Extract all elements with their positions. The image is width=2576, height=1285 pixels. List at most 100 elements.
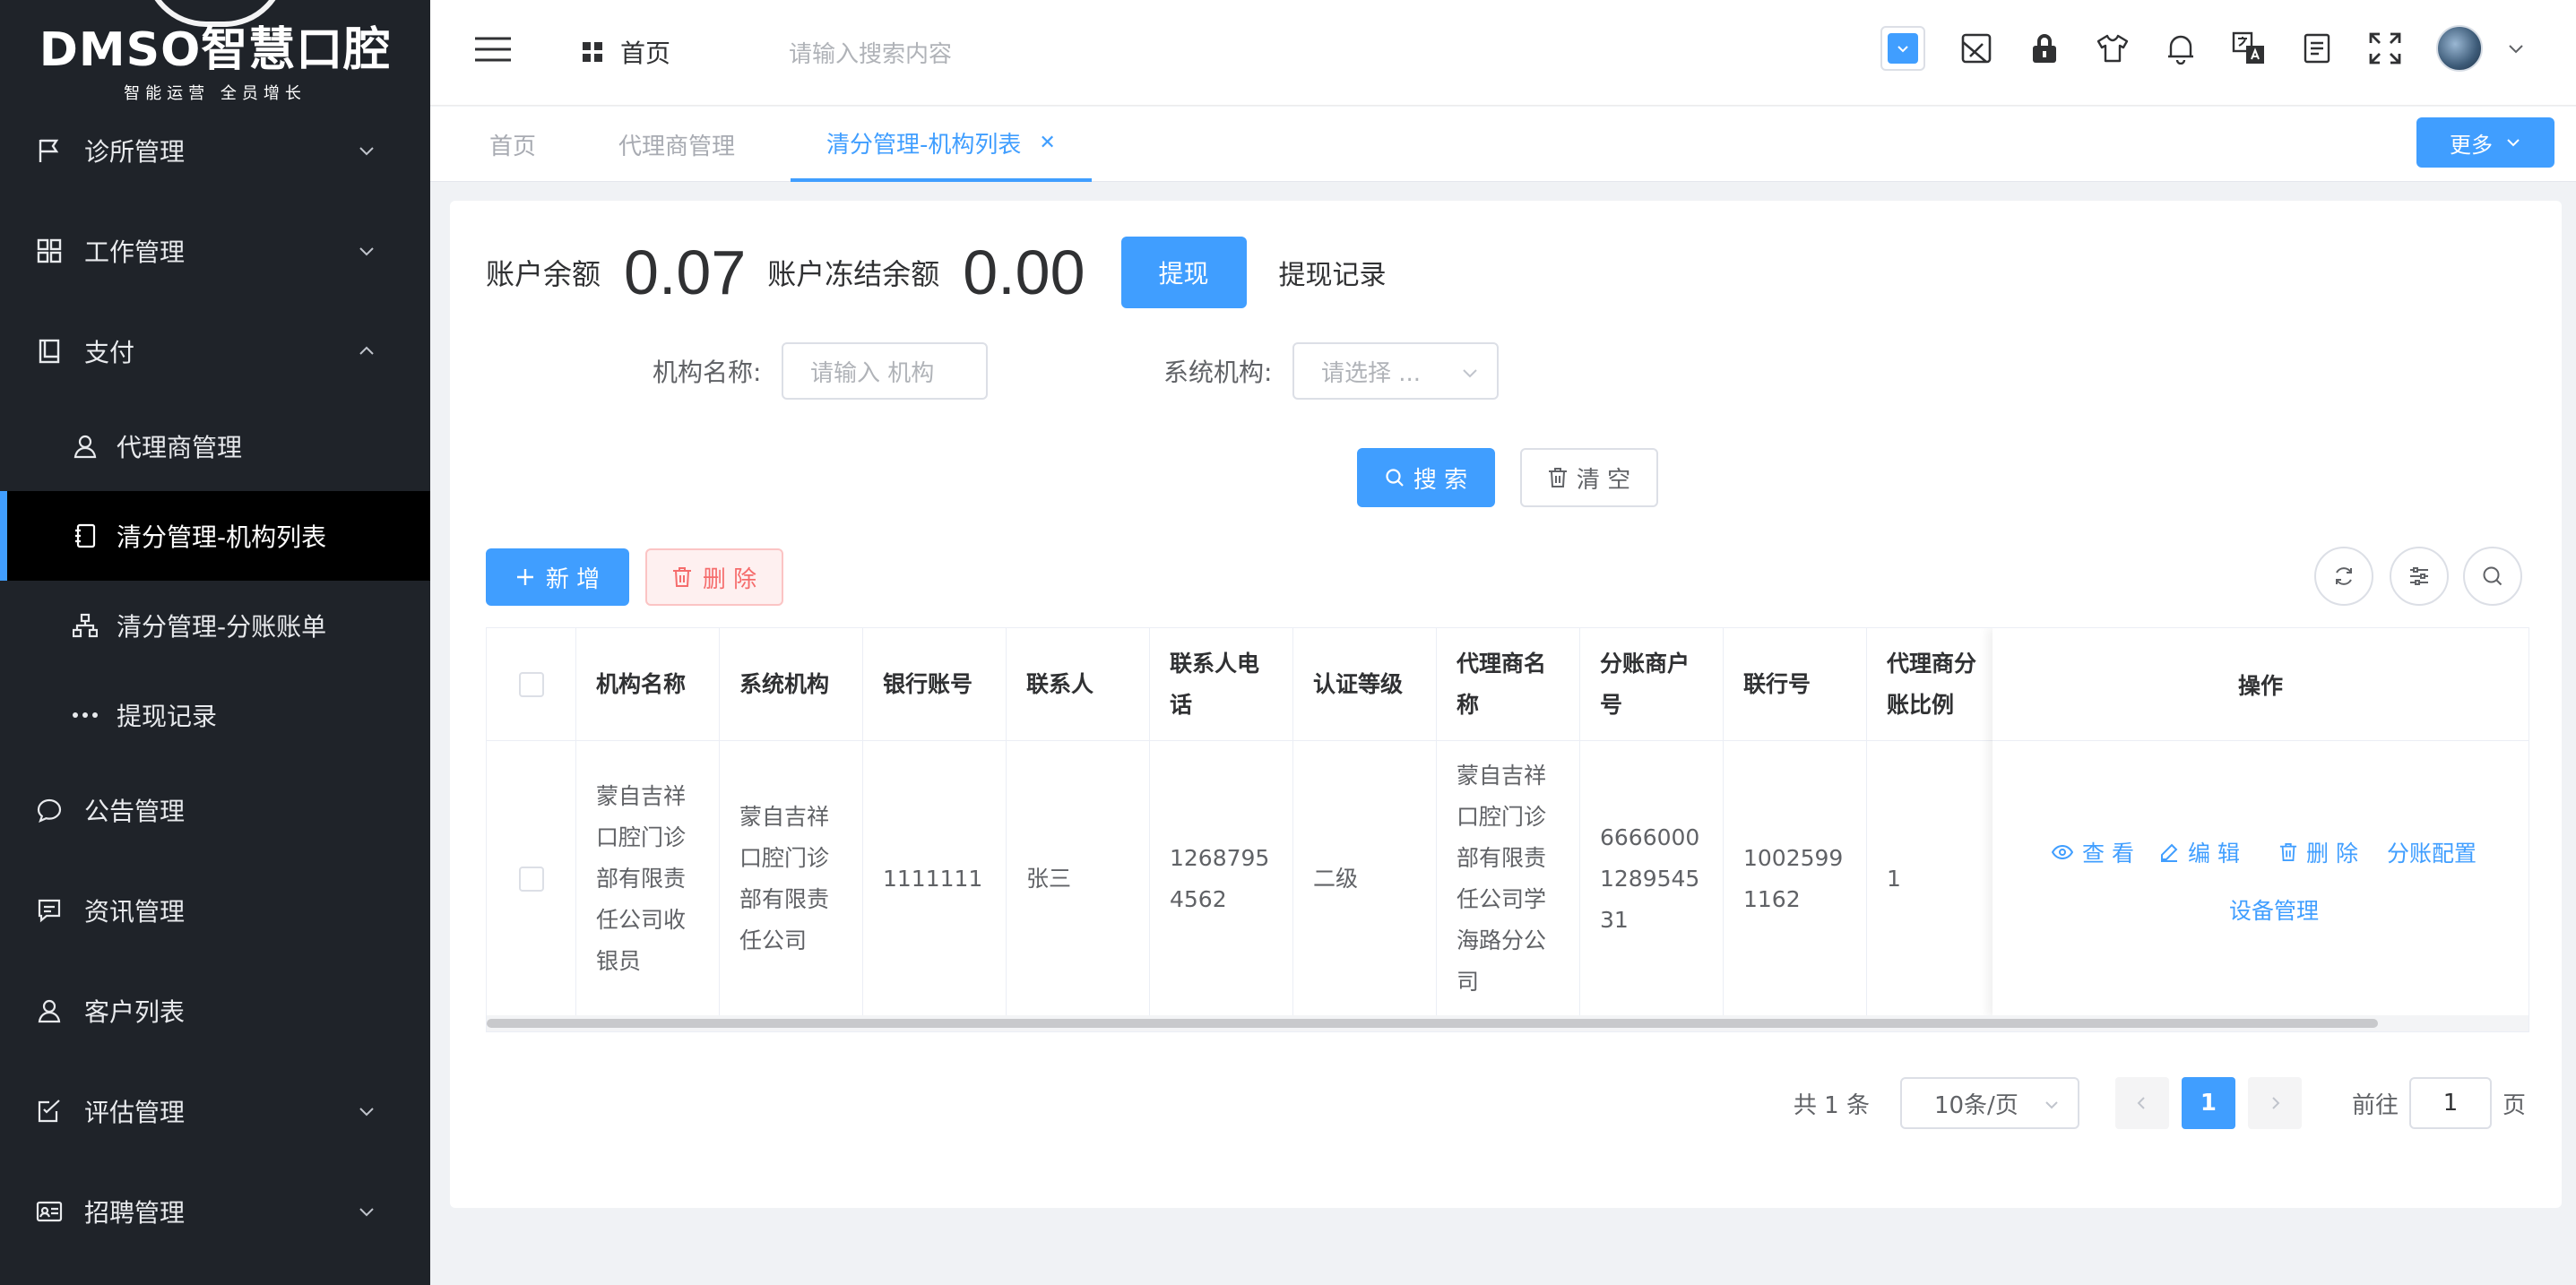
column-header[interactable]: 系统机构 xyxy=(720,628,863,741)
chevron-down-icon[interactable] xyxy=(2506,39,2526,58)
chevron-right-icon xyxy=(2272,1097,2280,1109)
sys-org-label: 系统机构: xyxy=(1163,358,1273,387)
column-header[interactable]: 机构名称 xyxy=(576,628,720,741)
eye-icon xyxy=(2052,844,2073,860)
lock-screen-icon[interactable] xyxy=(1959,31,1993,65)
withdraw-button[interactable]: 提现 xyxy=(1120,237,1247,308)
scroll-thumb[interactable] xyxy=(487,1019,2378,1028)
column-header[interactable]: 代理商名称 xyxy=(1437,628,1580,741)
add-button[interactable]: 新 增 xyxy=(486,548,629,606)
header-search-input[interactable]: 请输入搜索内容 xyxy=(789,36,952,69)
chevron-down-icon xyxy=(359,247,374,256)
frozen-balance-value: 0.00 xyxy=(963,237,1085,307)
sidebar-item-recruit[interactable]: 招聘管理 xyxy=(0,1161,430,1262)
sidebar-item-clinic[interactable]: 诊所管理 xyxy=(0,100,430,201)
sidebar-item-work[interactable]: 工作管理 xyxy=(0,201,430,301)
tab-label: 清分管理-机构列表 xyxy=(826,131,1022,159)
user-icon xyxy=(72,433,99,460)
sidebar-item-customers[interactable]: 客户列表 xyxy=(0,961,430,1061)
column-header[interactable]: 认证等级 xyxy=(1293,628,1437,741)
sidebar-item-org-list[interactable]: 清分管理-机构列表 xyxy=(0,491,430,581)
search-button[interactable]: 搜 索 xyxy=(1357,448,1495,507)
column-header[interactable]: 联系人电话 xyxy=(1150,628,1293,741)
sidebar-item-withdraw[interactable]: 提现记录 xyxy=(0,670,430,760)
notebook-icon xyxy=(72,522,99,549)
toggle-search-button[interactable] xyxy=(2463,547,2522,606)
chevron-down-icon xyxy=(359,147,374,156)
sidebar-item-notice[interactable]: 公告管理 xyxy=(0,760,430,860)
breadcrumb-home[interactable]: 首页 xyxy=(583,34,670,70)
page-number-current[interactable]: 1 xyxy=(2181,1077,2235,1129)
lock-icon[interactable] xyxy=(2027,31,2062,65)
document-icon[interactable] xyxy=(2300,31,2334,65)
clear-button[interactable]: 清 空 xyxy=(1520,448,1658,507)
chevron-down-icon xyxy=(359,1208,374,1217)
tab-agent[interactable]: 代理商管理 xyxy=(618,107,735,182)
sidebar-item-label: 代理商管理 xyxy=(117,433,243,462)
column-header[interactable]: 联行号 xyxy=(1724,628,1867,741)
sidebar-item-label: 支付 xyxy=(84,338,135,367)
fullscreen-icon[interactable] xyxy=(2368,31,2402,65)
theme-select[interactable] xyxy=(1880,26,1925,71)
sidebar-item-agent[interactable]: 代理商管理 xyxy=(0,401,430,491)
sidebar-item-news[interactable]: 资讯管理 xyxy=(0,860,430,961)
column-header[interactable]: 联系人 xyxy=(1007,628,1150,741)
page-suffix: 页 xyxy=(2502,1091,2526,1119)
sidebar-item-label: 清分管理-机构列表 xyxy=(117,522,327,552)
translate-icon[interactable] xyxy=(2232,31,2266,65)
sidebar-item-label: 提现记录 xyxy=(117,702,218,731)
top-header: 首页 请输入搜索内容 xyxy=(430,0,2576,106)
row-checkbox[interactable] xyxy=(518,867,544,892)
device-manage-link[interactable]: 设备管理 xyxy=(2229,893,2319,926)
view-link[interactable]: 查 看 xyxy=(2052,836,2134,868)
delete-link[interactable]: 删 除 xyxy=(2279,836,2358,868)
page-size-select[interactable]: 10条/页 xyxy=(1899,1077,2079,1129)
org-name-label: 机构名称: xyxy=(653,358,762,387)
column-header[interactable]: 分账商户号 xyxy=(1580,628,1724,741)
column-header[interactable]: 银行账号 xyxy=(863,628,1007,741)
table-cell: 二级 xyxy=(1293,741,1437,1017)
select-all-checkbox[interactable] xyxy=(518,671,544,697)
prev-page-button[interactable] xyxy=(2114,1077,2169,1129)
sidebar-item-split-bill[interactable]: 清分管理-分账账单 xyxy=(0,581,430,670)
goto-page-input[interactable]: 1 xyxy=(2408,1077,2492,1129)
row-select-cell xyxy=(487,741,576,1017)
table-cell: 10025991162 xyxy=(1724,741,1867,1017)
delete-button[interactable]: 删 除 xyxy=(645,548,783,606)
hamburger-icon[interactable] xyxy=(475,36,511,63)
next-page-button[interactable] xyxy=(2247,1077,2302,1129)
split-config-link[interactable]: 分账配置 xyxy=(2387,836,2477,868)
close-icon[interactable]: ✕ xyxy=(1039,132,1055,154)
balance-value: 0.07 xyxy=(624,237,747,307)
table-horizontal-scrollbar[interactable] xyxy=(487,1015,2528,1031)
avatar[interactable] xyxy=(2436,25,2483,72)
shirt-icon[interactable] xyxy=(2096,31,2130,65)
sidebar-item-payment[interactable]: 支付 xyxy=(0,301,430,401)
tab-org-list[interactable]: 清分管理-机构列表 ✕ xyxy=(791,107,1092,182)
sidebar-item-label: 公告管理 xyxy=(84,797,186,826)
id-card-icon xyxy=(36,1198,63,1225)
bell-icon[interactable] xyxy=(2164,31,2198,65)
frozen-balance-label: 账户冻结余额 xyxy=(767,257,940,291)
tab-home[interactable]: 首页 xyxy=(489,107,536,182)
user-icon xyxy=(36,997,63,1024)
page-size-value: 10条/页 xyxy=(1933,1091,2018,1119)
edit-icon xyxy=(2161,843,2178,862)
breadcrumb-label: 首页 xyxy=(620,39,671,68)
table-cell: 1 xyxy=(1867,741,2010,1017)
goto-label: 前往 xyxy=(2351,1091,2399,1119)
org-name-input[interactable]: 请输入 机构 xyxy=(782,342,988,400)
edit-link[interactable]: 编 辑 xyxy=(2159,836,2240,868)
clear-button-label: 清 空 xyxy=(1576,466,1631,494)
more-button[interactable]: 更多 xyxy=(2416,117,2554,168)
sys-org-select[interactable]: 请选择 ... xyxy=(1292,342,1499,400)
withdraw-record-link[interactable]: 提现记录 xyxy=(1279,253,1387,292)
sidebar-item-evaluation[interactable]: 评估管理 xyxy=(0,1061,430,1161)
column-header[interactable]: 代理商分账比例 xyxy=(1867,628,2010,741)
trash-icon xyxy=(2279,843,2297,861)
column-settings-button[interactable] xyxy=(2390,547,2449,606)
chevron-down-icon xyxy=(359,1108,374,1117)
search-icon xyxy=(2483,566,2503,586)
refresh-button[interactable] xyxy=(2314,547,2373,606)
column-header: 操作 xyxy=(1993,628,2528,741)
